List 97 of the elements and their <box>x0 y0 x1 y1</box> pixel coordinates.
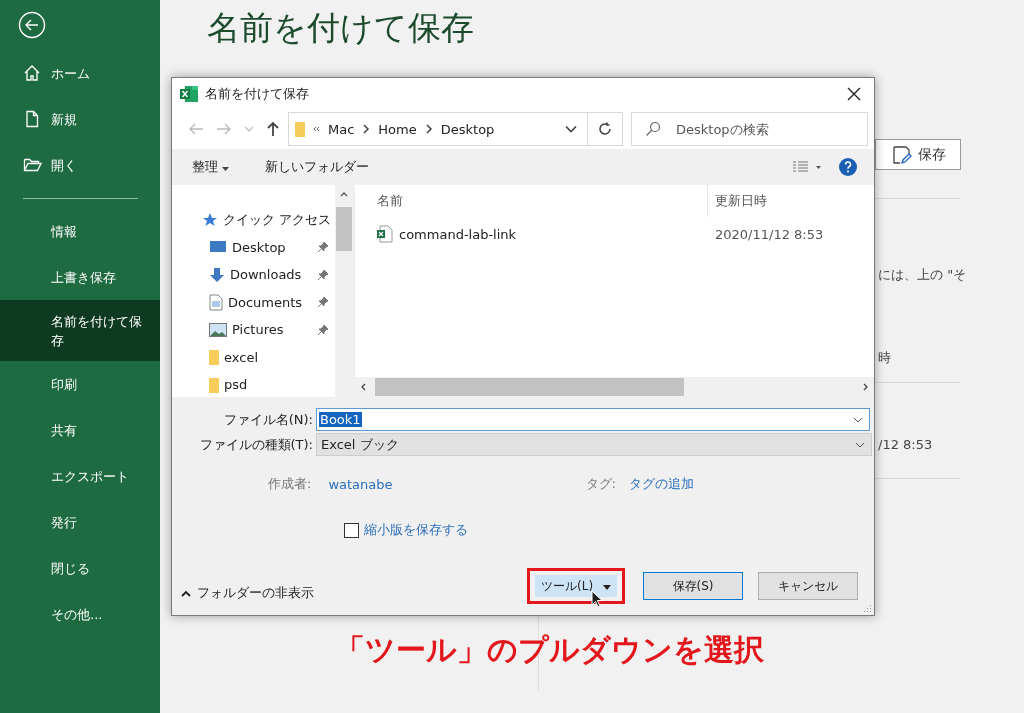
scroll-up-icon[interactable] <box>340 192 348 197</box>
author-link[interactable]: watanabe <box>328 476 393 492</box>
navigation-item[interactable]: Pictures <box>172 316 335 344</box>
folder-icon <box>209 376 219 393</box>
overflow-icon <box>313 126 320 132</box>
path-segment[interactable]: Desktop <box>440 121 495 137</box>
checkbox-label[interactable]: 縮小版を保存する <box>364 521 468 539</box>
scroll-left-icon[interactable] <box>361 383 366 391</box>
navigation-item[interactable]: Desktop <box>172 233 335 261</box>
navigation-label: Downloads <box>230 267 302 283</box>
navigation-item[interactable]: Downloads <box>172 261 335 289</box>
folder-icon <box>23 156 43 174</box>
column-header[interactable]: 名前 <box>355 185 707 217</box>
monitor-icon <box>209 240 227 255</box>
down-arrow-icon <box>209 266 225 283</box>
path-segment[interactable]: Mac <box>328 121 355 137</box>
folder-icon <box>209 349 219 366</box>
caret-icon <box>222 167 230 171</box>
back-icon[interactable] <box>18 11 46 39</box>
home-icon <box>23 64 41 82</box>
chevron-icon <box>424 124 433 134</box>
resize-grip-icon[interactable] <box>862 603 872 613</box>
sidebar-item[interactable]: その他... <box>0 591 160 637</box>
chevron-icon <box>362 124 371 134</box>
add-tag-link[interactable]: タグの追加 <box>628 475 694 493</box>
cancel-button[interactable]: キャンセル <box>758 572 858 600</box>
caret-icon <box>602 584 611 590</box>
column-header[interactable]: 更新日時 <box>707 185 767 217</box>
save-icon <box>892 144 912 165</box>
sidebar-item[interactable]: エクスポート <box>0 453 160 499</box>
navigation-item[interactable]: クイック アクセス <box>172 206 335 234</box>
sidebar-item[interactable]: 新規 <box>0 96 160 142</box>
organize-menu[interactable]: 整理 <box>182 154 240 180</box>
spreadsheet-file-icon <box>377 225 393 243</box>
sidebar-item[interactable]: 開く <box>0 142 160 188</box>
scroll-thumb[interactable] <box>375 378 684 396</box>
navigation-label: psd <box>224 377 248 393</box>
close-icon[interactable] <box>847 86 861 101</box>
navigation-label: Pictures <box>232 322 284 338</box>
save-button[interactable]: 保存(S) <box>643 572 743 600</box>
navigation-item[interactable]: Documents <box>172 288 335 316</box>
save-button[interactable]: 保存 <box>875 139 961 170</box>
search-field[interactable]: Desktopの検索 <box>631 112 868 146</box>
scroll-right-icon[interactable] <box>863 383 868 391</box>
sidebar-item[interactable]: 印刷 <box>0 361 160 407</box>
navigation-item[interactable]: psd <box>172 371 335 399</box>
dropdown-icon <box>855 441 865 448</box>
sidebar-item[interactable]: 閉じる <box>0 545 160 591</box>
landscape-icon <box>209 322 227 337</box>
dialog-title: 名前を付けて保存 <box>205 84 309 103</box>
sidebar-item[interactable]: 発行 <box>0 499 160 545</box>
dropdown-icon[interactable] <box>853 416 863 423</box>
sidebar-item[interactable]: 名前を付けて保存 <box>0 300 160 361</box>
up-arrow-icon[interactable] <box>266 121 280 137</box>
path-segment[interactable]: Home <box>378 121 417 137</box>
background-text: 時 <box>878 349 891 367</box>
help-icon[interactable] <box>838 157 858 177</box>
file-name: command-lab-link <box>399 226 517 242</box>
star-icon <box>202 211 218 228</box>
address-bar[interactable]: Mac Home Desktop <box>288 112 588 146</box>
horizontal-scrollbar[interactable] <box>355 377 874 397</box>
navigation-item[interactable]: excel <box>172 343 335 371</box>
modified-date: 2020/11/12 8:53 <box>714 225 824 244</box>
background-text: には、上の "そ <box>878 266 967 284</box>
hide-folders-button[interactable]: フォルダーの非表示 <box>181 584 314 602</box>
file-type-label: ファイルの種類(T): <box>198 435 314 454</box>
document-icon <box>23 110 41 128</box>
author-label: 作成者: <box>268 475 312 493</box>
checkbox[interactable] <box>344 522 359 538</box>
refresh-icon <box>598 122 612 136</box>
tags-label: タグ: <box>585 475 616 493</box>
cursor-icon <box>591 590 603 608</box>
folder-icon <box>295 121 305 137</box>
search-icon <box>645 121 661 137</box>
tools-dropdown-button[interactable]: ツール(L) <box>535 575 617 597</box>
file-name-field[interactable]: Book1 <box>316 408 870 431</box>
document-icon <box>209 293 223 311</box>
new-folder-button[interactable]: 新しいフォルダー <box>255 154 380 180</box>
page-title: 名前を付けて保存 <box>207 7 474 49</box>
sidebar-item[interactable]: 情報 <box>0 208 160 254</box>
navigation-label: Desktop <box>232 239 286 255</box>
background-text: /12 8:53 <box>878 437 933 452</box>
file-name-label: ファイル名(N): <box>222 410 314 429</box>
dropdown-icon[interactable] <box>565 125 577 133</box>
navigation-label: excel <box>224 349 258 365</box>
scroll-thumb[interactable] <box>336 207 352 251</box>
caret-up-icon <box>181 589 191 597</box>
file-type-dropdown[interactable]: Excel ブック <box>316 433 872 456</box>
annotation-text: 「ツール」のプルダウンを選択 <box>335 631 764 669</box>
navigation-label: Documents <box>228 294 303 310</box>
file-row[interactable]: command-lab-link 2020/11/12 8:53 <box>355 217 874 251</box>
spreadsheet-icon <box>179 84 199 103</box>
sidebar-item[interactable]: 共有 <box>0 407 160 453</box>
navigation-label: クイック アクセス <box>223 210 332 229</box>
sidebar-item[interactable]: ホーム <box>0 50 160 96</box>
sidebar-item[interactable]: 上書き保存 <box>0 254 160 300</box>
refresh-button[interactable] <box>587 112 623 146</box>
